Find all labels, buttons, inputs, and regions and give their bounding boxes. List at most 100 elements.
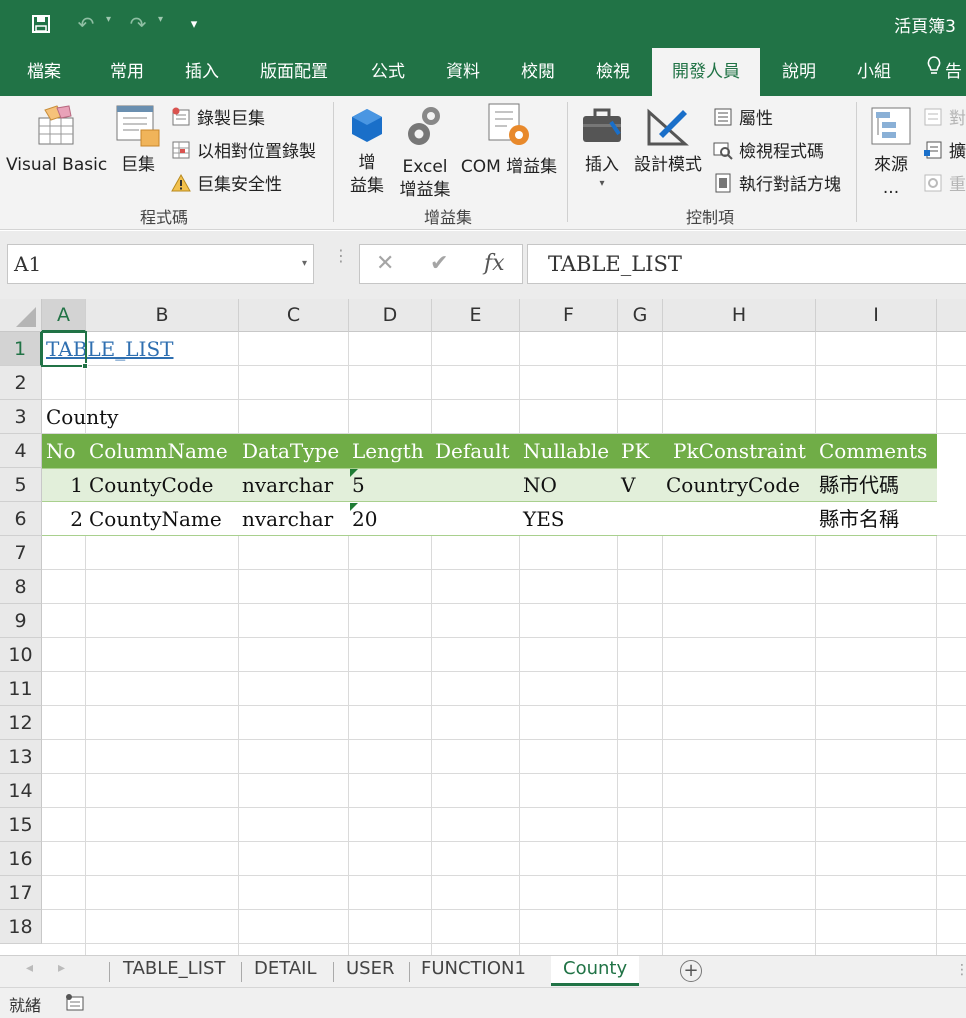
- record-macro-button[interactable]: 錄製巨集: [170, 104, 265, 129]
- data-cell[interactable]: 2: [42, 502, 86, 536]
- row-header[interactable]: 11: [0, 672, 42, 706]
- row-header[interactable]: 14: [0, 774, 42, 808]
- header-cell[interactable]: PK: [618, 434, 652, 468]
- scroll-tabs-left-icon[interactable]: ◂: [26, 960, 33, 976]
- row-header[interactable]: 4: [0, 434, 42, 468]
- run-dialog-button[interactable]: 執行對話方塊: [712, 170, 841, 195]
- name-box-dropdown-icon[interactable]: ▾: [302, 245, 307, 283]
- macro-record-status-icon[interactable]: [65, 993, 85, 1017]
- sheet-tab-table-list[interactable]: TABLE_LIST: [123, 956, 225, 986]
- relative-reference-button[interactable]: 以相對位置錄製: [170, 137, 316, 162]
- undo-icon[interactable]: ↶: [72, 10, 100, 38]
- data-cell[interactable]: V: [618, 468, 638, 502]
- row-header[interactable]: 3: [0, 400, 42, 434]
- row-header[interactable]: 16: [0, 842, 42, 876]
- cancel-entry-icon[interactable]: ✕: [376, 251, 394, 276]
- header-cell[interactable]: Nullable: [520, 434, 612, 468]
- header-cell[interactable]: No: [43, 434, 79, 468]
- data-cell[interactable]: 縣市代碼: [816, 468, 902, 502]
- header-cell[interactable]: Length: [349, 434, 427, 468]
- column-header-h[interactable]: H: [663, 299, 816, 332]
- data-cell[interactable]: 1: [42, 468, 86, 502]
- sheet-tab-user[interactable]: USER: [346, 956, 394, 986]
- redo-icon[interactable]: ↷: [124, 10, 152, 38]
- macro-security-button[interactable]: 巨集安全性: [170, 170, 282, 195]
- row-header[interactable]: 17: [0, 876, 42, 910]
- xml-source-button[interactable]: 來源 ...: [866, 104, 916, 200]
- data-cell[interactable]: 5: [349, 468, 368, 502]
- row-header[interactable]: 15: [0, 808, 42, 842]
- name-box[interactable]: A1 ▾: [7, 244, 314, 284]
- data-cell[interactable]: YES: [520, 502, 568, 536]
- tab-file[interactable]: 檔案: [27, 48, 61, 96]
- tab-bar-grip-icon[interactable]: ⋮: [955, 962, 966, 978]
- row-header[interactable]: 10: [0, 638, 42, 672]
- xml-map-properties-button[interactable]: 對: [922, 104, 966, 129]
- row-header[interactable]: 18: [0, 910, 42, 944]
- tab-home[interactable]: 常用: [110, 48, 144, 96]
- data-cell[interactable]: CountryCode: [663, 468, 803, 502]
- tab-developer[interactable]: 開發人員: [652, 48, 760, 96]
- select-all-corner[interactable]: [0, 299, 42, 332]
- row-header[interactable]: 13: [0, 740, 42, 774]
- tab-data[interactable]: 資料: [446, 48, 480, 96]
- redo-dropdown-icon[interactable]: ▾: [158, 14, 163, 25]
- column-header-e[interactable]: E: [432, 299, 520, 332]
- scroll-tabs-right-icon[interactable]: ▸: [58, 960, 65, 976]
- excel-addins-button[interactable]: Excel 增益集: [397, 102, 453, 202]
- column-header-i[interactable]: I: [816, 299, 937, 332]
- header-cell[interactable]: PkConstraint: [670, 434, 809, 468]
- customize-toolbar-icon[interactable]: ▾: [180, 10, 208, 38]
- row-header[interactable]: 8: [0, 570, 42, 604]
- sheet-tab-function1[interactable]: FUNCTION1: [421, 956, 526, 986]
- tab-insert[interactable]: 插入: [185, 48, 219, 96]
- tab-review[interactable]: 校閱: [521, 48, 555, 96]
- row-header[interactable]: 5: [0, 468, 42, 502]
- insert-control-button[interactable]: 插入 ▾: [577, 104, 627, 191]
- table-name-cell[interactable]: County: [43, 400, 121, 434]
- row-header[interactable]: 9: [0, 604, 42, 638]
- formula-bar-grip-icon[interactable]: ⋮: [333, 248, 349, 264]
- tab-view[interactable]: 檢視: [596, 48, 630, 96]
- column-header-j[interactable]: [937, 299, 966, 332]
- row-header[interactable]: 7: [0, 536, 42, 570]
- column-header-g[interactable]: G: [618, 299, 663, 332]
- header-cell[interactable]: DataType: [239, 434, 342, 468]
- tab-team[interactable]: 小組: [857, 48, 891, 96]
- xml-expansion-packs-button[interactable]: 擴: [922, 137, 966, 162]
- row-header[interactable]: 2: [0, 366, 42, 400]
- confirm-entry-icon[interactable]: ✔: [430, 251, 448, 276]
- undo-dropdown-icon[interactable]: ▾: [106, 14, 111, 25]
- visual-basic-button[interactable]: Visual Basic: [6, 104, 107, 177]
- data-cell[interactable]: CountyCode: [86, 468, 216, 502]
- row-header[interactable]: 6: [0, 502, 42, 536]
- add-sheet-icon[interactable]: +: [680, 960, 702, 982]
- xml-refresh-data-button[interactable]: 重: [922, 170, 966, 195]
- data-cell[interactable]: nvarchar: [239, 468, 336, 502]
- header-cell[interactable]: Default: [432, 434, 513, 468]
- properties-button[interactable]: 屬性: [712, 104, 773, 129]
- row-header[interactable]: 12: [0, 706, 42, 740]
- data-cell[interactable]: CountyName: [86, 502, 225, 536]
- sheet-tab-county[interactable]: County: [551, 956, 640, 986]
- macros-button[interactable]: 巨集: [114, 104, 162, 177]
- column-header-c[interactable]: C: [239, 299, 349, 332]
- column-header-a[interactable]: A: [42, 299, 86, 332]
- column-header-f[interactable]: F: [520, 299, 618, 332]
- column-header-d[interactable]: D: [349, 299, 432, 332]
- tab-help[interactable]: 說明: [782, 48, 816, 96]
- save-icon[interactable]: [27, 10, 55, 38]
- data-cell[interactable]: NO: [520, 468, 560, 502]
- header-cell[interactable]: Comments: [816, 434, 930, 468]
- fill-handle[interactable]: [82, 363, 88, 369]
- data-cell[interactable]: 縣市名稱: [816, 502, 902, 536]
- row-header[interactable]: 1: [0, 332, 42, 366]
- tab-formulas[interactable]: 公式: [371, 48, 405, 96]
- tab-page-layout[interactable]: 版面配置: [260, 48, 328, 96]
- column-header-b[interactable]: B: [86, 299, 239, 332]
- sheet-tab-detail[interactable]: DETAIL: [254, 956, 316, 986]
- formula-input[interactable]: TABLE_LIST: [527, 244, 966, 284]
- insert-function-icon[interactable]: fx: [484, 251, 505, 276]
- header-cell[interactable]: ColumnName: [86, 434, 231, 468]
- design-mode-button[interactable]: 設計模式: [632, 104, 704, 177]
